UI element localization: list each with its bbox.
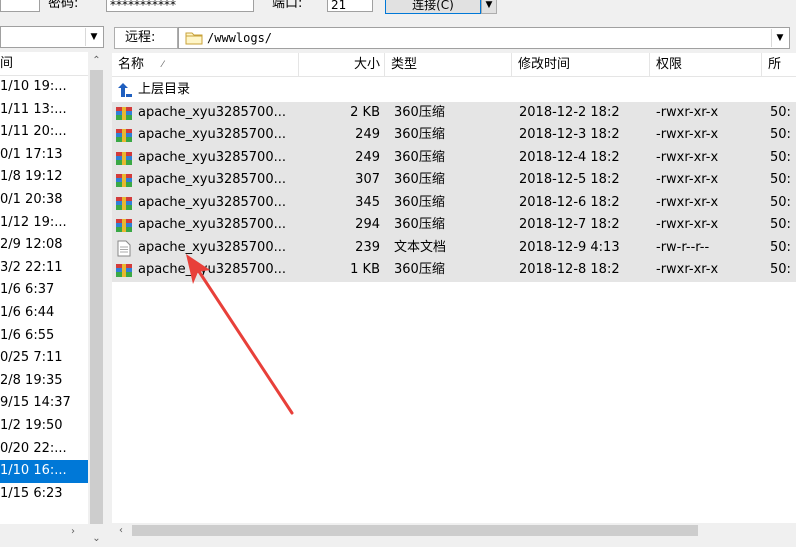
annotation-arrow [186,254,294,415]
